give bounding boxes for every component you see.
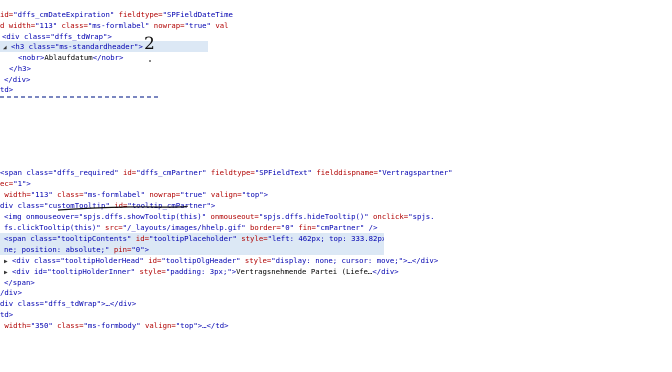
code-line[interactable]: <nobr>Ablaufdatum</nobr> — [0, 52, 672, 63]
code-line[interactable]: <img onmouseover="spjs.dffs.showTooltip(… — [0, 211, 672, 222]
code-line[interactable]: fs.clickTooltip(this)" src="/_layouts/im… — [0, 222, 672, 233]
code-line-selected[interactable]: ne; position: absolute;" pin="0"> — [0, 244, 384, 255]
code-line[interactable]: ▶ <div class="tooltipHolderHead" id="too… — [0, 255, 672, 266]
expand-triangle-icon[interactable]: ▶ — [4, 256, 8, 266]
code-line[interactable]: </h3> — [0, 63, 672, 74]
code-line[interactable]: td> — [0, 309, 672, 320]
code-line[interactable]: ▶ <div id="tooltipHolderInner" style="pa… — [0, 266, 672, 277]
clipped-code-line — [0, 95, 160, 99]
expand-triangle-icon[interactable]: ▶ — [4, 267, 8, 277]
code-line[interactable]: <span class="dffs_required" id="dffs_cmP… — [0, 167, 672, 178]
code-line[interactable]: div class="dffs_tdWrap">…</div> — [0, 298, 672, 309]
code-line[interactable]: td> — [0, 84, 672, 95]
expand-triangle-icon[interactable]: ◢ — [3, 42, 7, 52]
code-line[interactable]: /div> — [0, 287, 672, 298]
code-line[interactable]: ec="1"> — [0, 178, 672, 189]
code-line-selected[interactable]: ◢ <h3 class="ms-standardheader"> — [0, 41, 208, 52]
code-line[interactable]: width="113" class="ms-formlabel" nowrap=… — [0, 189, 672, 200]
code-line[interactable]: id="dffs_cmDateExpiration" fieldtype="SP… — [0, 9, 672, 20]
code-line-selected[interactable]: <span class="tooltipContents" id="toolti… — [0, 233, 384, 244]
code-line[interactable]: width="350" class="ms-formbody" valign="… — [0, 320, 672, 331]
code-line[interactable]: div class="customTooltip" id="tooltip_cm… — [0, 200, 672, 211]
code-line[interactable]: d width="113" class="ms-formlabel" nowra… — [0, 20, 672, 31]
